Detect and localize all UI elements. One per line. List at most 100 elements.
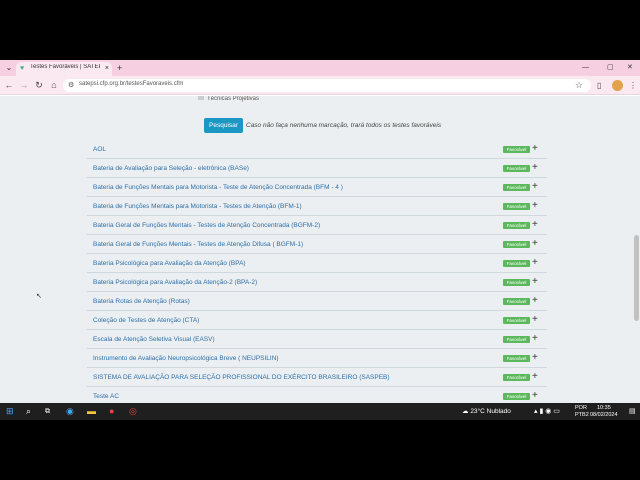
- expand-plus-icon[interactable]: +: [532, 238, 538, 250]
- maximize-icon[interactable]: ▢: [607, 63, 614, 73]
- search-hint: Caso não faça nenhuma marcação, trará to…: [246, 122, 442, 129]
- table-row: Bateria de Funções Mentais para Motorist…: [87, 178, 547, 197]
- expand-plus-icon[interactable]: +: [532, 333, 538, 345]
- test-link[interactable]: Bateria Psicológica para Avaliação da At…: [93, 279, 257, 286]
- test-link[interactable]: Bateria Geral de Funções Mentais - Teste…: [93, 241, 303, 248]
- back-icon[interactable]: ←: [4, 80, 14, 91]
- test-link[interactable]: AOL: [93, 146, 106, 153]
- expand-plus-icon[interactable]: +: [532, 181, 538, 193]
- table-row: Bateria de Avaliação para Seleção - elet…: [87, 159, 547, 178]
- status-badge: Favorável: [503, 241, 530, 248]
- expand-plus-icon[interactable]: +: [532, 371, 538, 383]
- menu-icon[interactable]: ⋮: [629, 80, 637, 91]
- bookmark-star-icon[interactable]: ☆: [575, 79, 583, 92]
- test-list: AOL Favorável + Bateria de Avaliação para S…: [87, 140, 547, 406]
- close-window-icon[interactable]: ✕: [627, 63, 633, 73]
- browser-window: ⌄ ♥ Testes Favoráveis | SATEPSI × + — ▢ …: [0, 60, 640, 420]
- expand-plus-icon[interactable]: +: [532, 143, 538, 155]
- filter-item-label: Técnicas Projetivas: [207, 96, 260, 102]
- site-info-icon[interactable]: ⚙: [68, 80, 74, 91]
- status-badge: Favorável: [503, 146, 530, 153]
- clock-time[interactable]: 10:35: [597, 405, 611, 411]
- app-icon[interactable]: ◎: [129, 406, 137, 417]
- close-tab-icon[interactable]: ×: [105, 64, 109, 73]
- expand-plus-icon[interactable]: +: [532, 352, 538, 364]
- expand-plus-icon[interactable]: +: [532, 390, 538, 402]
- search-icon[interactable]: ⌕: [26, 406, 31, 417]
- test-link[interactable]: Bateria de Avaliação para Seleção - elet…: [93, 165, 249, 172]
- tab-title: Testes Favoráveis | SATEPSI: [30, 64, 100, 70]
- windows-start-icon[interactable]: ⊞: [6, 406, 14, 417]
- expand-plus-icon[interactable]: +: [532, 276, 538, 288]
- chrome-icon[interactable]: ●: [109, 406, 114, 417]
- table-row: Bateria Psicológica para Avaliação da At…: [87, 254, 547, 273]
- scrollbar[interactable]: [634, 235, 639, 321]
- table-row: Bateria Geral de Funções Mentais - Teste…: [87, 235, 547, 254]
- tray-icons[interactable]: ▴ ▮ ◉ ▭: [534, 407, 560, 415]
- minimize-icon[interactable]: —: [582, 63, 589, 73]
- keyboard-layout[interactable]: PTB2: [575, 412, 589, 418]
- test-link[interactable]: SISTEMA DE AVALIAÇÃO PARA SELEÇÃO PROFIS…: [93, 374, 390, 381]
- file-explorer-icon[interactable]: ▬: [87, 406, 96, 417]
- status-badge: Favorável: [503, 165, 530, 172]
- notification-icon[interactable]: ▤: [629, 407, 636, 415]
- status-badge: Favorável: [503, 203, 530, 210]
- test-link[interactable]: Bateria Rotas de Atenção (Rotas): [93, 298, 190, 305]
- table-row: Bateria Psicológica para Avaliação da At…: [87, 273, 547, 292]
- task-view-icon[interactable]: ⧉: [45, 406, 50, 417]
- weather-text: 23°C Nublado: [470, 408, 511, 415]
- url-text: satepsi.cfp.org.br/testesFavoraveis.cfm: [79, 81, 184, 87]
- test-link[interactable]: Instrumento de Avaliação Neuropsicológic…: [93, 355, 279, 362]
- test-link[interactable]: Bateria Geral de Funções Mentais - Teste…: [93, 222, 320, 229]
- clock-date[interactable]: 08/02/2024: [590, 412, 618, 418]
- browser-toolbar: ← → ↻ ⌂ ⚙ satepsi.cfp.org.br/testesFavor…: [0, 76, 640, 95]
- reload-icon[interactable]: ↻: [34, 80, 44, 91]
- expand-plus-icon[interactable]: +: [532, 219, 538, 231]
- side-panel-icon[interactable]: ▯: [597, 80, 601, 91]
- status-badge: Favorável: [503, 184, 530, 191]
- status-badge: Favorável: [503, 279, 530, 286]
- status-badge: Favorável: [503, 374, 530, 381]
- test-link[interactable]: Bateria de Funções Mentais para Motorist…: [93, 184, 343, 191]
- status-badge: Favorável: [503, 298, 530, 305]
- table-row: Coleção de Testes de Atenção (CTA) Favorá…: [87, 311, 547, 330]
- table-row: Bateria Rotas de Atenção (Rotas) Favoráve…: [87, 292, 547, 311]
- home-icon[interactable]: ⌂: [49, 80, 59, 91]
- table-row: SISTEMA DE AVALIAÇÃO PARA SELEÇÃO PROFIS…: [87, 368, 547, 387]
- language-code[interactable]: POR: [575, 405, 587, 411]
- tab-testes-favoraveis[interactable]: ♥ Testes Favoráveis | SATEPSI ×: [16, 62, 112, 76]
- status-badge: Favorável: [503, 336, 530, 343]
- checkbox-icon[interactable]: [198, 96, 204, 100]
- table-row: Escala de Atenção Seletiva Visual (EASV)…: [87, 330, 547, 349]
- status-badge: Favorável: [503, 222, 530, 229]
- new-tab-button[interactable]: +: [117, 62, 122, 74]
- weather-widget[interactable]: ☁ 23°C Nublado: [462, 407, 511, 415]
- mouse-cursor-icon: ↖: [36, 293, 42, 300]
- table-row: Bateria de Funções Mentais para Motorist…: [87, 197, 547, 216]
- tab-bar: ⌄ ♥ Testes Favoráveis | SATEPSI × + — ▢ …: [0, 60, 640, 76]
- test-link[interactable]: Bateria de Funções Mentais para Motorist…: [93, 203, 302, 210]
- tab-search-icon[interactable]: ⌄: [4, 63, 14, 73]
- page-content: Técnicas Projetivas Pesquisar Caso não f…: [0, 96, 640, 420]
- status-badge: Favorável: [503, 393, 530, 400]
- search-button[interactable]: Pesquisar: [204, 118, 243, 133]
- test-link[interactable]: Escala de Atenção Seletiva Visual (EASV): [93, 336, 215, 343]
- avatar[interactable]: [612, 80, 623, 91]
- expand-plus-icon[interactable]: +: [532, 314, 538, 326]
- forward-icon[interactable]: →: [19, 80, 29, 91]
- table-row: Bateria Geral de Funções Mentais - Teste…: [87, 216, 547, 235]
- test-link[interactable]: Coleção de Testes de Atenção (CTA): [93, 317, 199, 324]
- edge-icon[interactable]: ◉: [66, 406, 74, 417]
- taskbar: ⊞ ⌕ ⧉ ◉ ▬ ● ◎ ☁ 23°C Nublado ▴ ▮ ◉ ▭ POR…: [0, 403, 640, 420]
- expand-plus-icon[interactable]: +: [532, 295, 538, 307]
- filter-item-tecnicas-projetivas[interactable]: Técnicas Projetivas: [198, 96, 259, 102]
- test-link[interactable]: Bateria Psicológica para Avaliação da At…: [93, 260, 246, 267]
- address-bar[interactable]: ⚙ satepsi.cfp.org.br/testesFavoraveis.cf…: [63, 79, 591, 92]
- table-row: Instrumento de Avaliação Neuropsicológic…: [87, 349, 547, 368]
- expand-plus-icon[interactable]: +: [532, 162, 538, 174]
- expand-plus-icon[interactable]: +: [532, 200, 538, 212]
- expand-plus-icon[interactable]: +: [532, 257, 538, 269]
- status-badge: Favorável: [503, 355, 530, 362]
- test-link[interactable]: Teste AC: [93, 393, 119, 400]
- table-row: AOL Favorável +: [87, 140, 547, 159]
